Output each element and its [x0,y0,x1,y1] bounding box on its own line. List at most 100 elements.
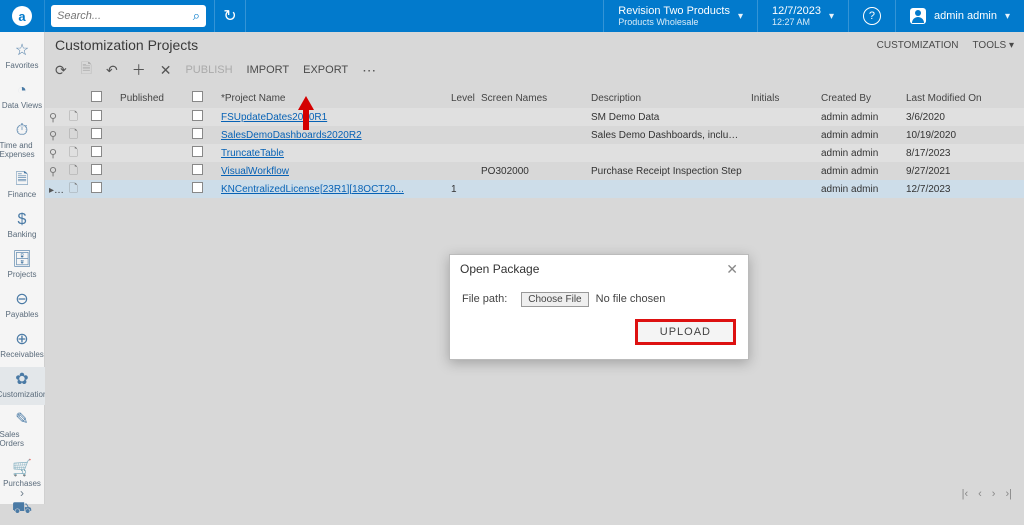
row-checkbox[interactable] [91,146,102,157]
attachment-icon[interactable]: ⚲ [49,130,57,142]
business-date: 12/7/2023 [772,5,821,17]
no-file-text: No file chosen [596,293,666,305]
published-checkbox[interactable] [192,146,203,157]
nav-icon: ◔ [17,83,27,99]
nav-expand-icon[interactable]: › [0,486,45,500]
attachment-icon[interactable]: ⚲ [49,148,57,160]
grid-header: Published *Project Name Level Screen Nam… [45,88,1024,108]
nav-icon: ⊕ [15,332,28,348]
search-input[interactable] [57,10,177,22]
choose-file-button[interactable]: Choose File [521,292,588,307]
col-description[interactable]: Description [587,93,747,104]
nav-banking[interactable]: $Banking [0,207,45,245]
col-modified[interactable]: Last Modified On [902,93,992,104]
chevron-down-icon: ▾ [738,11,743,22]
note-icon[interactable]: 🗋 [69,183,78,195]
customization-link[interactable]: CUSTOMIZATION [877,40,959,51]
pager: |‹ ‹ › ›| [962,488,1012,500]
note-icon[interactable]: 🗋 [69,111,78,123]
tools-menu[interactable]: TOOLS ▾ [972,40,1014,51]
delete-row-icon[interactable]: ✕ [160,62,172,79]
tenant-sub: Products Wholesale [618,17,730,27]
business-time: 12:27 AM [772,17,821,27]
export-button[interactable]: EXPORT [303,64,348,76]
row-pointer-icon: ▸ [49,185,64,196]
table-row[interactable]: ⚲🗋VisualWorkflowPO302000Purchase Receipt… [45,162,1024,180]
header-checkbox[interactable] [192,91,203,102]
user-menu[interactable]: admin admin ▾ [895,0,1024,32]
refresh-button[interactable]: ↻ [214,0,246,32]
publish-button[interactable]: PUBLISH [185,64,232,76]
search-icon[interactable]: ⌕ [193,8,200,24]
help-button[interactable]: ? [848,0,895,32]
published-checkbox[interactable] [192,110,203,121]
open-package-dialog: Open Package ✕ File path: Choose File No… [449,254,749,360]
dialog-title: Open Package [460,262,539,276]
import-button[interactable]: IMPORT [247,64,290,76]
refresh-grid-icon[interactable]: ⟳ [55,62,67,79]
nav-data-views[interactable]: ◔Data Views [0,78,45,116]
pager-last[interactable]: ›| [1005,488,1012,500]
project-link[interactable]: VisualWorkflow [221,166,289,177]
col-created-by[interactable]: Created By [817,93,902,104]
chevron-down-icon: ▾ [829,11,834,22]
date-selector[interactable]: 12/7/2023 12:27 AM ▾ [757,0,848,32]
nav-finance[interactable]: 🗎Finance [0,167,45,205]
nav-payables[interactable]: ⊖Payables [0,287,45,325]
col-level[interactable]: Level [447,93,477,104]
nav-icon: 🛒 [12,461,32,477]
col-published[interactable]: Published [107,93,177,104]
nav-receivables[interactable]: ⊕Receivables [0,327,45,365]
close-icon[interactable]: ✕ [726,261,738,278]
row-checkbox[interactable] [91,164,102,175]
nav-icon: ☆ [15,43,29,59]
project-link[interactable]: KNCentralizedLicense[23R1][18OCT20... [221,184,404,195]
published-checkbox[interactable] [192,128,203,139]
nav-icon: 🗄 [12,252,32,268]
more-actions-icon[interactable]: ⋯ [362,62,378,79]
nav-customization[interactable]: ✿Customization [0,367,45,405]
nav-favorites[interactable]: ☆Favorites [0,38,45,76]
col-initials[interactable]: Initials [747,93,817,104]
nav-projects[interactable]: 🗄Projects [0,247,45,285]
add-row-icon[interactable]: ＋ [132,60,146,80]
project-link[interactable]: FSUpdateDates2020R1 [221,112,327,123]
save-icon[interactable]: 🗎 [81,58,92,82]
pager-prev[interactable]: ‹ [978,488,982,500]
chevron-down-icon: ▾ [1005,11,1010,22]
select-all-checkbox[interactable] [91,91,102,102]
row-checkbox[interactable] [91,110,102,121]
page-title: Customization Projects [55,37,198,53]
published-checkbox[interactable] [192,182,203,193]
note-icon[interactable]: 🗋 [69,129,78,141]
project-link[interactable]: TruncateTable [221,148,284,159]
table-row[interactable]: ▸⚲🗋KNCentralizedLicense[23R1][18OCT20...… [45,180,1024,198]
file-path-label: File path: [462,293,507,305]
attachment-icon[interactable]: ⚲ [49,166,57,178]
upload-button[interactable]: UPLOAD [635,319,736,345]
table-row[interactable]: ⚲🗋SalesDemoDashboards2020R2Sales Demo Da… [45,126,1024,144]
note-icon[interactable]: 🗋 [69,147,78,159]
pager-next[interactable]: › [992,488,996,500]
published-checkbox[interactable] [192,164,203,175]
search-wrap: ⌕ [51,5,206,27]
project-link[interactable]: SalesDemoDashboards2020R2 [221,130,362,141]
nav-item[interactable]: ⛟ [0,496,45,525]
table-row[interactable]: ⚲🗋FSUpdateDates2020R1SM Demo Dataadmin a… [45,108,1024,126]
nav-icon: $ [18,212,27,228]
table-row[interactable]: ⚲🗋TruncateTableadmin admin8/17/2023 [45,144,1024,162]
row-checkbox[interactable] [91,182,102,193]
nav-sales-orders[interactable]: ✎Sales Orders [0,407,45,454]
tenant-selector[interactable]: Revision Two Products Products Wholesale… [603,0,757,32]
note-icon[interactable]: 🗋 [69,165,78,177]
nav-time-and-expenses[interactable]: ⏱Time and Expenses [0,118,45,165]
col-screens[interactable]: Screen Names [477,93,587,104]
pager-first[interactable]: |‹ [962,488,969,500]
user-icon [910,8,926,24]
col-project[interactable]: *Project Name [217,93,447,104]
row-checkbox[interactable] [91,128,102,139]
left-nav: ☆Favorites◔Data Views⏱Time and Expenses🗎… [0,32,45,504]
revert-icon[interactable]: ↶ [106,62,118,79]
app-logo[interactable]: a [0,0,45,32]
attachment-icon[interactable]: ⚲ [49,112,57,124]
